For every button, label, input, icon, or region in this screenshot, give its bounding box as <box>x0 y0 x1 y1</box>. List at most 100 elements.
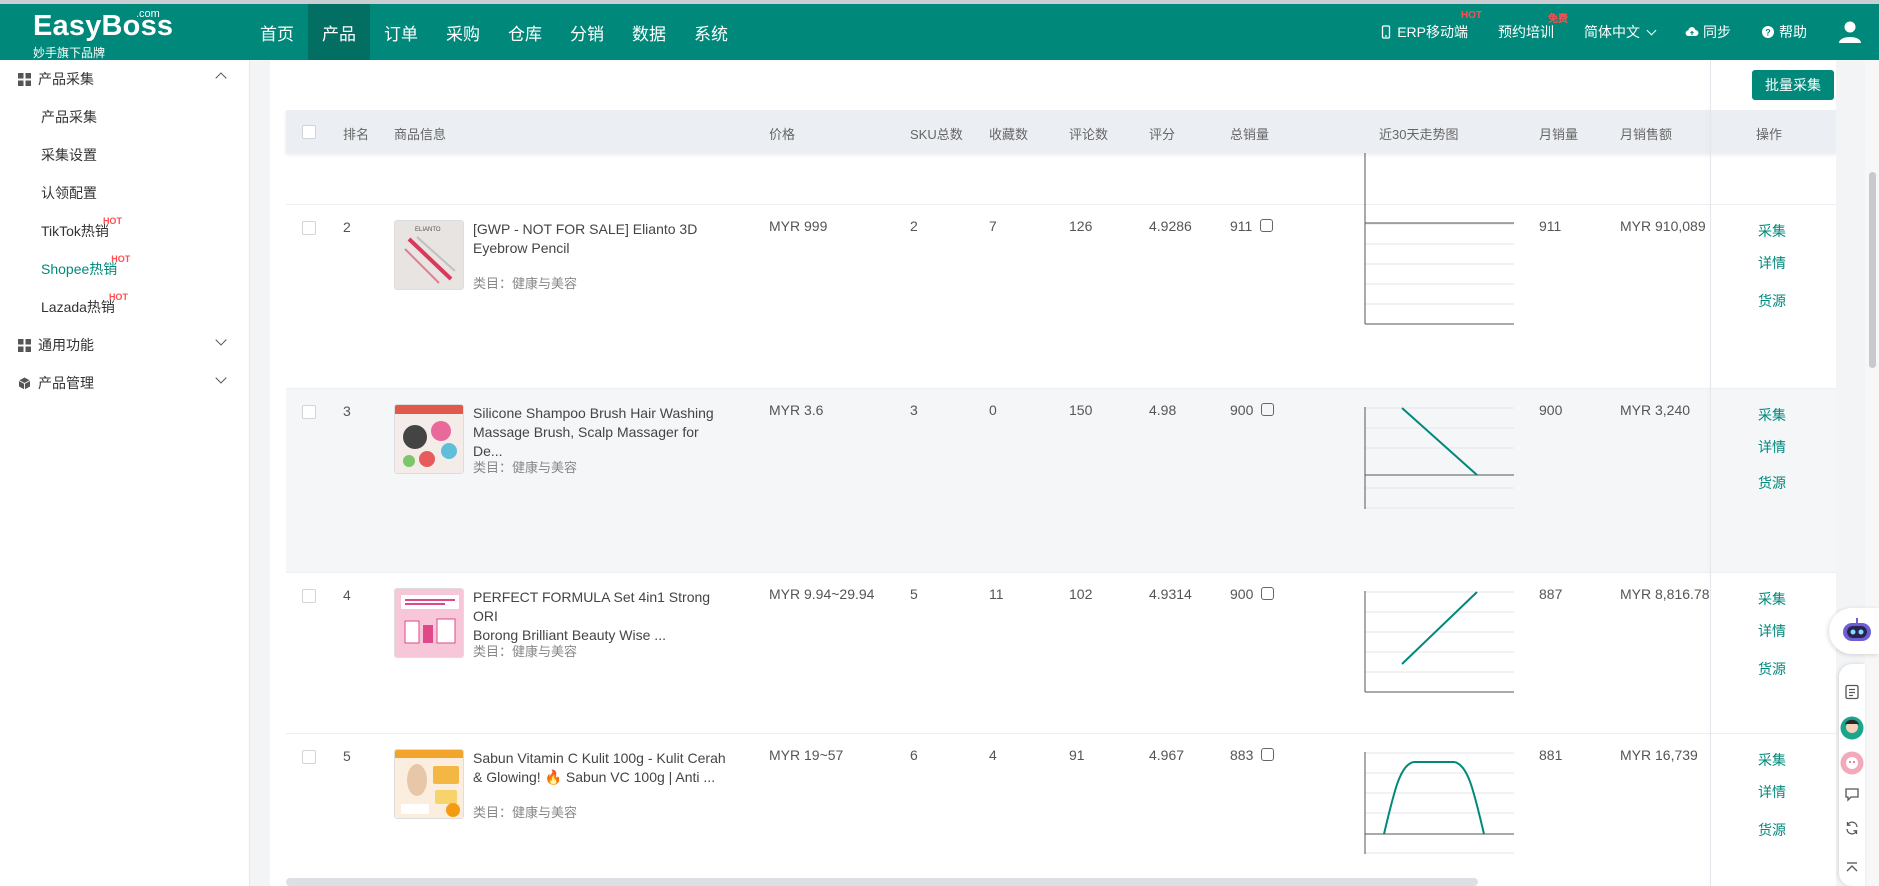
chat-icon[interactable] <box>1844 786 1860 802</box>
detail-link[interactable]: 详情 <box>1758 253 1786 273</box>
sales-chart-icon[interactable] <box>1260 219 1274 232</box>
product-title[interactable]: PERFECT FORMULA Set 4in1 Strong ORI Boro… <box>473 588 728 645</box>
vertical-scrollbar[interactable] <box>1865 60 1879 886</box>
detail-link[interactable]: 详情 <box>1758 782 1786 802</box>
total-sales-cell: 900 <box>1230 402 1275 418</box>
header-total-sales[interactable]: 总销量 <box>1230 124 1269 143</box>
row-checkbox[interactable] <box>302 750 316 764</box>
product-thumbnail[interactable]: ELIANTO <box>394 220 464 290</box>
mobile-phone-icon <box>1382 25 1391 39</box>
help-button[interactable]: ? 帮助 <box>1761 22 1807 42</box>
rank-cell: 4 <box>343 587 351 603</box>
nav-purchase[interactable]: 采购 <box>432 4 494 60</box>
sales-chart-icon[interactable] <box>1261 748 1275 761</box>
sales-chart-icon[interactable] <box>1261 403 1275 416</box>
header-price[interactable]: 价格 <box>769 124 795 143</box>
back-to-top-icon[interactable] <box>1844 860 1860 876</box>
product-category: 类目：健康与美容 <box>473 641 577 660</box>
header-reviews[interactable]: 评论数 <box>1069 124 1108 143</box>
category-prefix: 类目： <box>473 805 513 820</box>
row-checkbox[interactable] <box>302 589 316 603</box>
row-checkbox[interactable] <box>302 221 316 235</box>
notes-icon[interactable] <box>1844 684 1860 700</box>
sidebar-item-collect-settings[interactable]: 采集设置 <box>0 136 249 174</box>
favorites-cell: 4 <box>989 747 997 763</box>
training-link[interactable]: 预约培训 免费 <box>1498 14 1568 42</box>
total-sales-value: 911 <box>1230 218 1253 234</box>
nav-distribution[interactable]: 分销 <box>556 4 618 60</box>
price-cell: MYR 999 <box>769 218 828 234</box>
support-avatar-icon[interactable] <box>1840 716 1864 740</box>
nav-home[interactable]: 首页 <box>246 4 308 60</box>
header-sku[interactable]: SKU总数 <box>910 124 963 143</box>
collect-link[interactable]: 采集 <box>1758 221 1786 241</box>
product-image <box>395 750 463 818</box>
product-title[interactable]: [GWP - NOT FOR SALE] Elianto 3D Eyebrow … <box>473 220 728 258</box>
total-sales-cell: 900 <box>1230 586 1275 602</box>
monthly-sales-cell: 900 <box>1539 402 1563 418</box>
ai-assistant-button[interactable] <box>1829 608 1879 654</box>
source-link[interactable]: 货源 <box>1758 473 1786 493</box>
reviews-cell: 126 <box>1069 218 1093 234</box>
product-thumbnail[interactable] <box>394 588 464 658</box>
sidebar-item-label: TikTok热销 <box>41 223 109 239</box>
refresh-icon[interactable] <box>1844 820 1860 836</box>
rank-cell: 3 <box>343 403 351 419</box>
sidebar-item-claim-config[interactable]: 认领配置 <box>0 174 249 212</box>
header-rating[interactable]: 评分 <box>1149 124 1175 143</box>
rating-cell: 4.98 <box>1149 402 1177 418</box>
favorites-cell: 11 <box>989 586 1004 602</box>
detail-link[interactable]: 详情 <box>1758 621 1786 641</box>
erp-mobile-link[interactable]: ERP移动端 HOT <box>1379 10 1482 42</box>
collect-link[interactable]: 采集 <box>1758 405 1786 425</box>
sidebar-item-shopee-hot[interactable]: Shopee热销 HOT <box>0 250 249 288</box>
logo[interactable]: EasyBoss .com 妙手旗下品牌 <box>0 4 240 60</box>
nav-system[interactable]: 系统 <box>680 4 742 60</box>
nav-warehouse[interactable]: 仓库 <box>494 4 556 60</box>
main-nav: 首页 产品 订单 采购 仓库 分销 数据 系统 <box>240 4 742 60</box>
sidebar-group-label: 产品采集 <box>38 71 94 87</box>
sales-chart-icon[interactable] <box>1261 587 1275 600</box>
user-avatar-icon[interactable] <box>1837 19 1863 45</box>
sidebar-group-common[interactable]: 通用功能 <box>0 326 249 364</box>
grid-icon <box>18 338 31 352</box>
header-favorites[interactable]: 收藏数 <box>989 124 1028 143</box>
language-select[interactable]: 简体中文 <box>1584 22 1655 42</box>
batch-collect-button[interactable]: 批量采集 <box>1752 70 1834 100</box>
product-thumbnail[interactable] <box>394 749 464 819</box>
header-rank[interactable]: 排名 <box>343 124 369 143</box>
source-link[interactable]: 货源 <box>1758 659 1786 679</box>
source-link[interactable]: 货源 <box>1758 291 1786 311</box>
horizontal-scrollbar[interactable] <box>286 878 1478 886</box>
sidebar-item-tiktok-hot[interactable]: TikTok热销 HOT <box>0 212 249 250</box>
nav-orders[interactable]: 订单 <box>370 4 432 60</box>
header-monthly-revenue[interactable]: 月销售额 <box>1620 124 1672 143</box>
collect-link[interactable]: 采集 <box>1758 589 1786 609</box>
product-thumbnail[interactable] <box>394 404 464 474</box>
monthly-revenue-cell: MYR 16,739 <box>1620 747 1698 763</box>
scrollbar-thumb[interactable] <box>1869 172 1876 368</box>
detail-link[interactable]: 详情 <box>1758 437 1786 457</box>
sync-button[interactable]: 同步 <box>1685 22 1731 42</box>
header-monthly-sales[interactable]: 月销量 <box>1539 124 1578 143</box>
sidebar-item-product-collect[interactable]: 产品采集 <box>0 98 249 136</box>
top-right-tools: ERP移动端 HOT 预约培训 免费 简体中文 同步 ? 帮助 <box>1379 4 1879 60</box>
sidebar-group-product-manage[interactable]: 产品管理 <box>0 364 249 402</box>
sidebar-item-lazada-hot[interactable]: Lazada热销 HOT <box>0 288 249 326</box>
collect-link[interactable]: 采集 <box>1758 750 1786 770</box>
customer-service-icon[interactable] <box>1840 751 1864 775</box>
nav-data[interactable]: 数据 <box>618 4 680 60</box>
product-title[interactable]: Sabun Vitamin C Kulit 100g - Kulit Cerah… <box>473 749 728 787</box>
sidebar-group-product-collect[interactable]: 产品采集 <box>0 60 249 98</box>
monthly-sales-cell: 911 <box>1539 218 1562 234</box>
category-value: 健康与美容 <box>512 805 578 820</box>
rating-cell: 4.967 <box>1149 747 1185 763</box>
svg-text:ELIANTO: ELIANTO <box>415 227 441 233</box>
product-title[interactable]: Silicone Shampoo Brush Hair Washing Mass… <box>473 404 728 461</box>
select-all-checkbox[interactable] <box>302 125 316 139</box>
row-actions: 采集 详情 货源 <box>1758 750 1786 840</box>
source-link[interactable]: 货源 <box>1758 820 1786 840</box>
nav-products[interactable]: 产品 <box>308 4 370 60</box>
row-checkbox[interactable] <box>302 405 316 419</box>
product-image <box>395 405 463 473</box>
